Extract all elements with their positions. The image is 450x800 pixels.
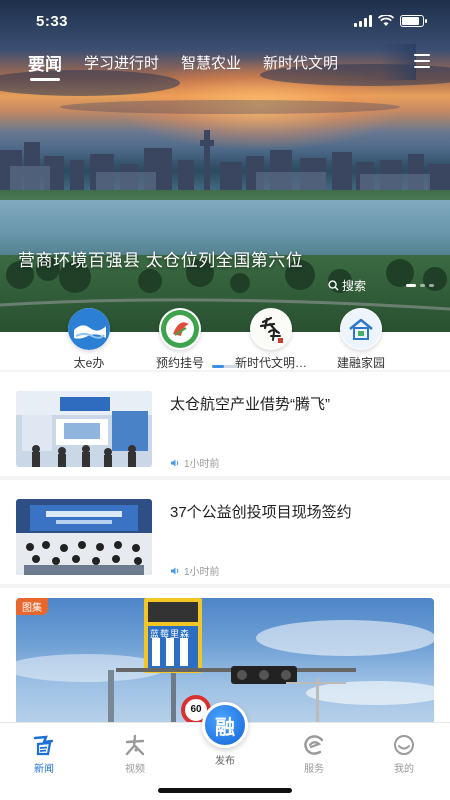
battery-icon bbox=[400, 15, 427, 27]
app-screen: 5:33 要闻 学习进行时 智慧农业 新时代文明 营商环境百强县 太仓位列全国第… bbox=[0, 0, 450, 800]
gallery-tag: 图集 bbox=[16, 598, 48, 615]
wifi-icon bbox=[378, 15, 394, 26]
speaker-icon[interactable] bbox=[170, 566, 180, 576]
city-skyline bbox=[0, 130, 450, 200]
home-indicator[interactable] bbox=[158, 788, 292, 793]
status-time: 5:33 bbox=[36, 12, 69, 30]
nav-profile[interactable]: 我的 bbox=[374, 733, 434, 775]
news-thumbnail bbox=[16, 499, 152, 575]
news-title: 37个公益创投项目现场签约 bbox=[170, 504, 352, 521]
news-item[interactable]: 37个公益创投项目现场签约 1小时前 bbox=[0, 480, 450, 584]
channel-menu-icon[interactable] bbox=[414, 54, 430, 68]
cloud bbox=[60, 100, 400, 114]
news-meta: 1小时前 bbox=[170, 455, 220, 470]
quick-entry-label: 太e办 bbox=[73, 356, 105, 370]
nav-label: 我的 bbox=[394, 764, 414, 775]
medical-logo-icon bbox=[159, 308, 201, 350]
tab-smart-agriculture[interactable]: 智慧农业 bbox=[181, 52, 241, 73]
nav-service[interactable]: 服务 bbox=[284, 733, 344, 775]
news-time: 1小时前 bbox=[184, 567, 220, 578]
wave-logo-icon bbox=[68, 308, 110, 350]
tab-civilization[interactable]: 新时代文明 bbox=[263, 52, 338, 73]
quick-entry-taiebang[interactable]: 太e办 bbox=[44, 308, 134, 371]
channel-tabs: 要闻 学习进行时 智慧农业 新时代文明 bbox=[0, 44, 450, 81]
gallery-speed-limit: 60 bbox=[190, 704, 202, 715]
house-logo-icon bbox=[340, 308, 382, 350]
quick-entry-jianrong-home[interactable]: 建融家园 bbox=[316, 308, 406, 371]
quick-entry-label: 建融家园 bbox=[336, 356, 385, 370]
news-title: 太仓航空产业借势“腾飞” bbox=[170, 396, 330, 413]
battery-level bbox=[402, 17, 419, 25]
hero-headline[interactable]: 营商环境百强县 太仓位列全国第六位 bbox=[18, 246, 303, 271]
tab-study[interactable]: 学习进行时 bbox=[84, 52, 159, 73]
news-time: 1小时前 bbox=[184, 459, 220, 470]
speaker-icon[interactable] bbox=[170, 458, 180, 468]
calligraphy-logo-icon bbox=[250, 308, 292, 350]
nav-news[interactable]: 新闻 bbox=[14, 733, 74, 775]
carousel-dots bbox=[406, 284, 434, 287]
search-label: 搜索 bbox=[341, 279, 366, 293]
nav-video[interactable]: 视频 bbox=[105, 733, 165, 775]
video-icon bbox=[123, 733, 147, 757]
nav-label: 新闻 bbox=[34, 764, 54, 775]
publish-label: 发布 bbox=[215, 756, 235, 767]
publish-icon: 融 bbox=[215, 716, 235, 739]
news-thumbnail bbox=[16, 391, 152, 467]
status-icons bbox=[354, 15, 427, 27]
quick-entry-label: 新时代文明… bbox=[234, 356, 307, 370]
quick-entry-scroll-indicator bbox=[212, 365, 238, 368]
quick-entry-civilization[interactable]: 新时代文明… bbox=[226, 308, 316, 371]
news-feed: 太仓航空产业借势“腾飞” 1小时前 37个公益创投项目现场签约 1小时前 图集 … bbox=[0, 372, 450, 728]
nav-label: 视频 bbox=[125, 764, 145, 775]
search-icon bbox=[328, 280, 339, 291]
gallery-sign-text: 蓝莓里森 bbox=[150, 629, 191, 639]
search-button[interactable]: 搜索 bbox=[328, 277, 366, 294]
tabs-fade bbox=[380, 44, 416, 80]
quick-entry-appointment[interactable]: 预约挂号 bbox=[135, 308, 225, 371]
tab-yaowen[interactable]: 要闻 bbox=[28, 50, 62, 81]
news-icon bbox=[32, 733, 56, 757]
news-meta: 1小时前 bbox=[170, 563, 220, 578]
nav-label: 服务 bbox=[304, 764, 324, 775]
service-icon bbox=[302, 733, 326, 757]
profile-icon bbox=[392, 733, 416, 757]
publish-button[interactable]: 融 bbox=[202, 702, 248, 748]
news-item[interactable]: 太仓航空产业借势“腾飞” 1小时前 bbox=[0, 372, 450, 476]
cellular-signal-icon bbox=[354, 15, 372, 27]
status-bar: 5:33 bbox=[0, 0, 450, 42]
quick-entry-label: 预约挂号 bbox=[155, 356, 204, 370]
